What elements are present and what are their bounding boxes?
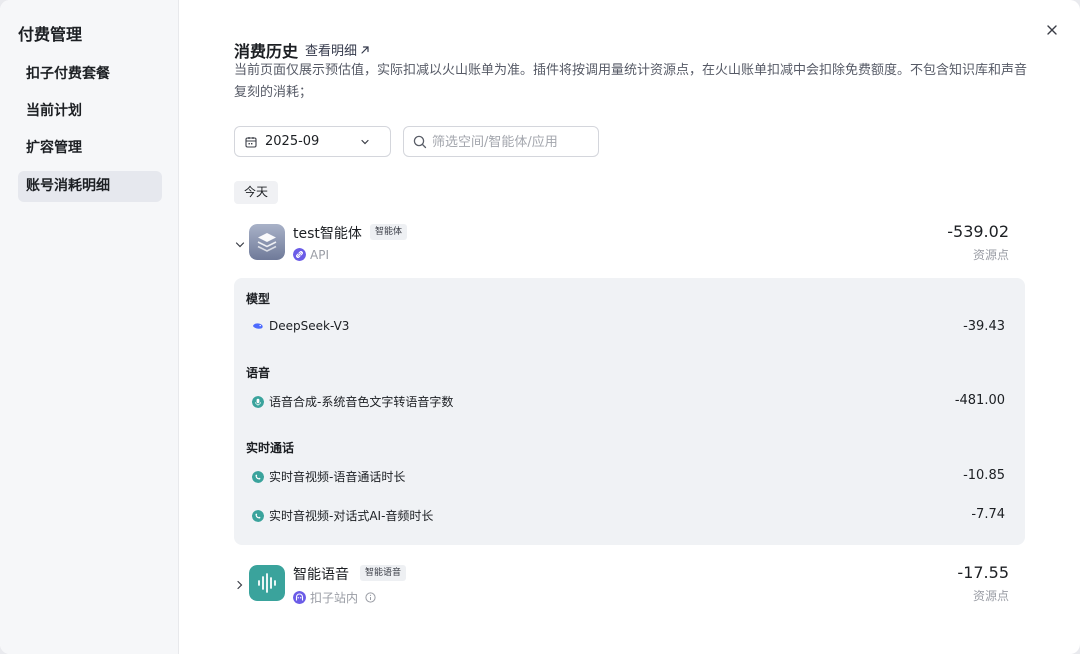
detail-panel: 模型 DeepSeek-V3 -39.43 语音 语音合成-系统音色文字转语音字…: [234, 278, 1025, 545]
item-source: API: [293, 248, 329, 262]
deepseek-whale-icon: [253, 323, 263, 329]
collapse-chevron-icon[interactable]: [234, 239, 246, 251]
item-name: test智能体: [293, 226, 362, 242]
detail-row-text: 实时音视频-语音通话时长: [269, 470, 406, 484]
external-arrow-icon: [361, 46, 369, 54]
item-amount: -539.02: [947, 222, 1009, 241]
sidebar-item-consumption-detail[interactable]: 账号消耗明细: [18, 171, 162, 202]
item-source-label: 扣子站内: [310, 591, 359, 605]
sidebar-item-capacity[interactable]: 扩容管理: [18, 133, 162, 164]
detail-row-text: 语音合成-系统音色文字转语音字数: [269, 395, 454, 409]
item-tag: 智能语音: [360, 565, 407, 581]
item-unit: 资源点: [972, 248, 1009, 262]
realtime-call-icon: [252, 471, 264, 483]
speech-synthesis-icon: [252, 396, 264, 408]
page-title: 消费历史: [234, 42, 299, 61]
item-amount: -17.55: [957, 563, 1009, 582]
search-icon: [413, 135, 427, 149]
month-value: 2025-09: [265, 134, 320, 149]
month-select[interactable]: 2025-09: [234, 126, 391, 157]
detail-row-amount: -481.00: [954, 393, 1005, 408]
sidebar-item-coze-plans[interactable]: 扣子付费套餐: [18, 59, 162, 90]
day-chip: 今天: [234, 181, 279, 204]
detail-row-label: 实时音视频-语音通话时长: [252, 468, 405, 485]
link-icon: [293, 248, 306, 261]
detail-row-amount: -10.85: [963, 468, 1005, 483]
section-title-model: 模型: [246, 292, 271, 306]
voice-wave-icon: [249, 565, 285, 601]
info-icon[interactable]: [365, 592, 376, 603]
detail-row-amount: -39.43: [963, 319, 1005, 334]
sidebar-item-current-plan[interactable]: 当前计划: [18, 96, 162, 127]
sidebar-title: 付费管理: [18, 25, 83, 44]
item-source-label: API: [310, 248, 329, 262]
item-tag: 智能体: [370, 224, 408, 240]
section-title-voice: 语音: [246, 366, 271, 380]
close-icon[interactable]: [1043, 21, 1061, 39]
chevron-down-icon: [361, 139, 369, 145]
item-name: 智能语音: [293, 567, 349, 583]
filter-search[interactable]: [403, 126, 599, 157]
detail-row-text: 实时音视频-对话式AI-音频时长: [269, 509, 434, 523]
section-title-realtime: 实时通话: [246, 441, 295, 455]
view-detail-label: 查看明细: [305, 44, 358, 59]
detail-row-text: DeepSeek-V3: [269, 319, 350, 333]
view-detail-link[interactable]: 查看明细: [305, 40, 370, 59]
detail-row-label: 实时音视频-对话式AI-音频时长: [252, 507, 433, 524]
item-unit: 资源点: [972, 589, 1009, 603]
billing-modal: 付费管理 扣子付费套餐 当前计划 扩容管理 账号消耗明细 消费历史 查看明细 当…: [0, 0, 1080, 654]
detail-row-label: 语音合成-系统音色文字转语音字数: [252, 393, 453, 410]
search-input[interactable]: [432, 132, 592, 152]
expand-chevron-icon[interactable]: [234, 579, 246, 591]
agent-stack-icon: [249, 224, 285, 260]
calendar-icon: [245, 137, 257, 148]
detail-row-label: DeepSeek-V3: [252, 319, 349, 333]
description-text: 当前页面仅展示预估值，实际扣减以火山账单为准。插件将按调用量统计资源点，在火山账…: [234, 63, 1028, 100]
realtime-call-icon: [252, 510, 264, 522]
item-source: 扣子站内: [293, 589, 376, 606]
sidebar: 付费管理 扣子付费套餐 当前计划 扩容管理 账号消耗明细: [0, 0, 179, 654]
detail-row-amount: -7.74: [971, 507, 1005, 522]
coze-bot-icon: [293, 591, 306, 604]
